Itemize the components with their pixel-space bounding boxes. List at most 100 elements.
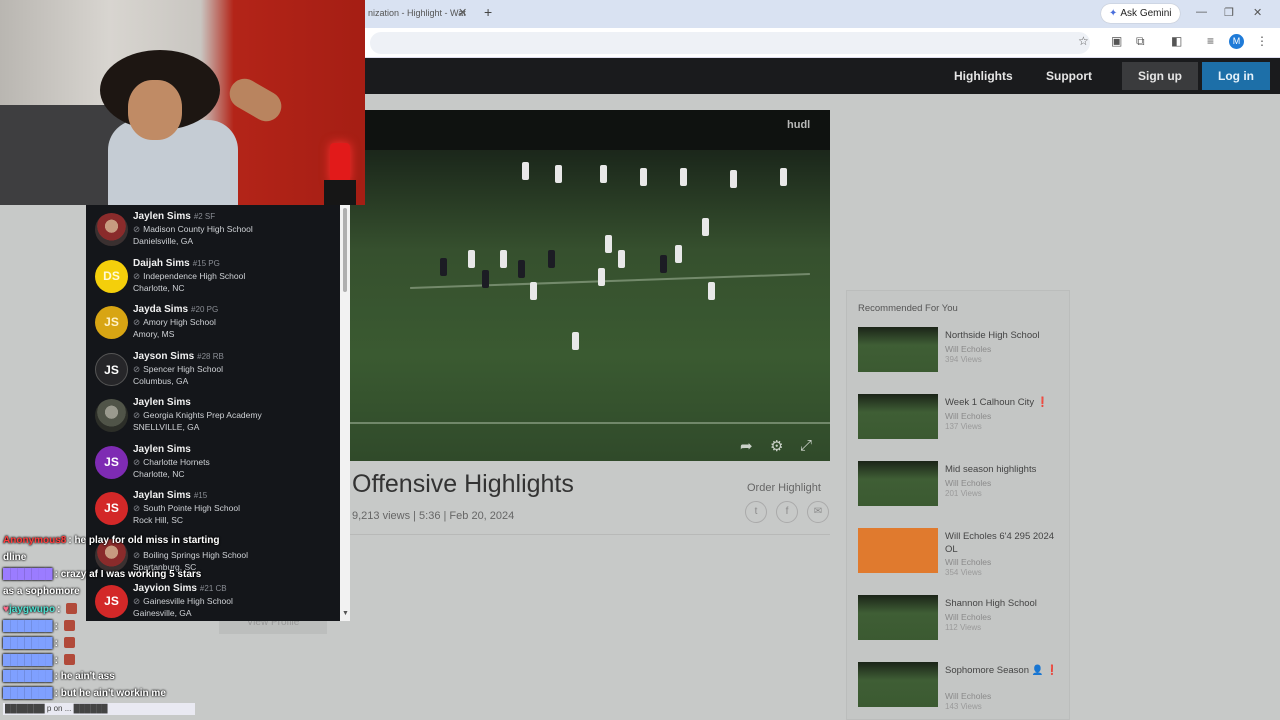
chat-message: ███████: but he ain't workin me: [3, 688, 166, 699]
profile-avatar[interactable]: M: [1229, 34, 1244, 49]
recommended-item-author: Will Echoles: [945, 557, 992, 567]
recommended-item[interactable]: Shannon High School Will Echoles 112 Vie…: [858, 595, 1068, 643]
results-scroll-thumb[interactable]: [343, 208, 347, 292]
result-number: #21 CB: [199, 584, 227, 593]
search-result-item[interactable]: JS Jaylan Sims #15 ⊘ South Pointe High Sch…: [86, 488, 340, 534]
recommended-item[interactable]: Sophomore Season 👤 ❗ Will Echoles 143 Vi…: [858, 662, 1068, 711]
settings-gear-icon[interactable]: ⚙: [770, 437, 783, 455]
email-share-icon[interactable]: ✉: [807, 501, 829, 523]
chat-text: he play for old miss in starting: [74, 535, 220, 546]
recommended-item-views: 354 Views: [945, 568, 982, 577]
recommended-item-author: Will Echoles: [945, 411, 992, 421]
webcam-red-lamp: [330, 143, 350, 183]
nav-support[interactable]: Support: [1046, 69, 1092, 83]
webcam-person-face: [128, 80, 182, 140]
new-tab-icon[interactable]: +: [484, 4, 492, 20]
recommended-item[interactable]: Week 1 Calhoun City ❗ Will Echoles 137 V…: [858, 394, 1068, 442]
video-player-figure: [605, 235, 612, 253]
restore-icon[interactable]: ❐: [1224, 6, 1234, 19]
search-result-item[interactable]: JS Jayson Sims #28 RB ⊘ Spencer High Schoo…: [86, 349, 340, 395]
video-player-figure: [680, 168, 687, 186]
chat-input-line: ███████ p on ... ██████: [3, 703, 195, 715]
video-player-figure: [440, 258, 447, 276]
video-player[interactable]: hudl ➦ ⚙ ⤢: [350, 110, 830, 461]
result-number: #28 RB: [197, 352, 224, 361]
recommended-item-title[interactable]: Will Echoles 6'4 295 2024 OL: [945, 530, 1065, 556]
result-avatar: JS: [95, 306, 128, 339]
result-location: Gainesville, GA: [133, 608, 192, 618]
media-icon[interactable]: ≡: [1207, 34, 1214, 48]
school-pin-icon: ⊘: [133, 317, 141, 327]
result-school: Independence High School: [143, 271, 246, 281]
school-pin-icon: ⊘: [133, 271, 141, 281]
recommended-title: Recommended For You: [858, 303, 958, 314]
extension-icon[interactable]: ▣: [1111, 34, 1122, 48]
order-highlight-link[interactable]: Order Highlight: [747, 482, 821, 494]
recommended-item[interactable]: Northside High School Will Echoles 394 V…: [858, 327, 1068, 375]
nav-highlights[interactable]: Highlights: [954, 69, 1013, 83]
recommended-item-title[interactable]: Mid season highlights: [945, 463, 1065, 476]
minimize-icon[interactable]: —: [1196, 6, 1207, 18]
search-result-item[interactable]: DS Daijah Sims #15 PG ⊘ Independence High …: [86, 256, 340, 302]
menu-kebab-icon[interactable]: ⋮: [1256, 34, 1268, 48]
share-icon[interactable]: ➦: [740, 437, 753, 455]
result-number: #20 PG: [191, 305, 219, 314]
search-result-item[interactable]: Jaylen Sims ⊘ Georgia Knights Prep Academ…: [86, 395, 340, 441]
recommended-item-author: Will Echoles: [945, 478, 992, 488]
sidepanel-icon[interactable]: ◧: [1171, 34, 1182, 48]
address-bar[interactable]: [370, 32, 1090, 54]
chat-username: ███████: [3, 621, 53, 632]
result-school: Spencer High School: [143, 364, 223, 374]
school-pin-icon: ⊘: [133, 457, 141, 467]
chat-username: ███████: [3, 671, 53, 682]
recommended-item[interactable]: Will Echoles 6'4 295 2024 OL Will Echole…: [858, 528, 1068, 577]
browser-tab-title[interactable]: nization - Highlight - Wat: [368, 8, 466, 18]
tab-close-icon[interactable]: ✕: [458, 6, 467, 19]
recommended-item-title[interactable]: Northside High School: [945, 329, 1065, 342]
video-player-figure: [780, 168, 787, 186]
search-result-item[interactable]: JS Jaylen Sims ⊘ Charlotte Hornets Charlo…: [86, 442, 340, 488]
recommended-thumbnail[interactable]: [858, 528, 938, 573]
recommended-thumbnail[interactable]: [858, 662, 938, 707]
sign-up-button[interactable]: Sign up: [1122, 62, 1198, 90]
chat-username: jaygwupo: [8, 604, 56, 615]
search-result-item[interactable]: Jaylen Sims #2 SF ⊘ Madison County High Sc…: [86, 209, 340, 255]
chat-message: dline: [3, 552, 26, 563]
facebook-share-icon[interactable]: f: [776, 501, 798, 523]
video-player-figure: [518, 260, 525, 278]
search-result-item[interactable]: JS Jayda Sims #20 PG ⊘ Amory High School A…: [86, 302, 340, 348]
chat-text: dline: [3, 552, 27, 563]
search-result-item[interactable]: JS Jayvion Sims #21 CB ⊘ Gainesville High …: [86, 581, 340, 621]
recommended-item-title[interactable]: Week 1 Calhoun City ❗: [945, 396, 1065, 409]
result-avatar: DS: [95, 260, 128, 293]
recommended-item-author: Will Echoles: [945, 344, 992, 354]
recommended-item[interactable]: Mid season highlights Will Echoles 201 V…: [858, 461, 1068, 509]
chat-text: crazy af I was working 5 stars: [60, 569, 202, 580]
log-in-button[interactable]: Log in: [1202, 62, 1270, 90]
recommended-thumbnail[interactable]: [858, 595, 938, 640]
result-school: South Pointe High School: [143, 503, 240, 513]
chat-username: ███████: [3, 569, 53, 580]
window-close-icon[interactable]: ✕: [1253, 6, 1262, 19]
puzzle-icon[interactable]: ⧉: [1136, 34, 1145, 49]
fullscreen-icon[interactable]: ⤢: [800, 437, 812, 454]
recommended-item-author: Will Echoles: [945, 691, 992, 701]
chat-message: ███████: crazy af I was working 5 stars: [3, 569, 202, 580]
ask-gemini-button[interactable]: ✦ Ask Gemini: [1101, 4, 1180, 23]
scroll-down-arrow-icon[interactable]: ▼: [342, 610, 349, 617]
school-pin-icon: ⊘: [133, 503, 141, 513]
video-player-figure: [548, 250, 555, 268]
result-school: Madison County High School: [143, 224, 253, 234]
recommended-item-title[interactable]: Shannon High School: [945, 597, 1065, 610]
bookmark-star-icon[interactable]: ☆: [1078, 34, 1089, 48]
recommended-thumbnail[interactable]: [858, 394, 938, 439]
hudl-watermark: hudl: [787, 119, 811, 131]
recommended-thumbnail[interactable]: [858, 461, 938, 506]
result-location: Amory, MS: [133, 329, 175, 339]
recommended-item-title[interactable]: Sophomore Season 👤 ❗: [945, 664, 1065, 677]
video-yardline: [350, 422, 830, 424]
video-player-figure: [482, 270, 489, 288]
chat-username: Anonymous8: [3, 535, 67, 546]
twitter-share-icon[interactable]: t: [745, 501, 767, 523]
recommended-thumbnail[interactable]: [858, 327, 938, 372]
